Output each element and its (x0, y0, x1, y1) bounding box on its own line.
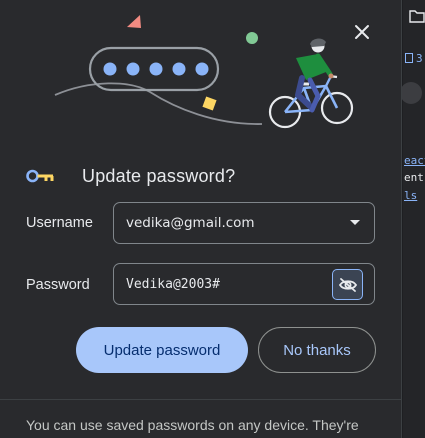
background-code-line: ls (404, 189, 418, 202)
screen: 3 eact ent ls (0, 0, 425, 438)
background-code-line: eact (404, 154, 425, 167)
background-tab-number: 3 (405, 52, 423, 65)
background-app-strip (403, 0, 425, 438)
password-field[interactable]: Vedika@2003# (113, 263, 375, 305)
password-label: Password (26, 277, 90, 293)
chevron-down-icon[interactable] (350, 220, 360, 225)
dialog-header: Update password? (26, 162, 235, 190)
toggle-password-visibility-button[interactable] (332, 269, 363, 300)
username-label: Username (26, 215, 93, 231)
footer-description: You can use saved passwords on any devic… (26, 417, 359, 433)
update-password-button[interactable]: Update password (76, 327, 248, 373)
close-icon[interactable] (350, 20, 374, 44)
no-thanks-button[interactable]: No thanks (258, 327, 376, 373)
background-code-line: ent (404, 171, 424, 184)
password-value: Vedika@2003# (126, 277, 220, 292)
divider (0, 399, 401, 400)
folder-icon[interactable] (409, 8, 425, 24)
background-avatar (400, 82, 422, 104)
update-password-dialog: Update password? Username vedika@gmail.c… (0, 0, 401, 438)
eye-off-icon (338, 277, 357, 292)
dialog-title: Update password? (82, 165, 236, 186)
username-select[interactable]: vedika@gmail.com (113, 202, 375, 244)
cyclist-illustration (54, 15, 354, 129)
username-value: vedika@gmail.com (126, 215, 255, 231)
key-icon (26, 169, 54, 183)
